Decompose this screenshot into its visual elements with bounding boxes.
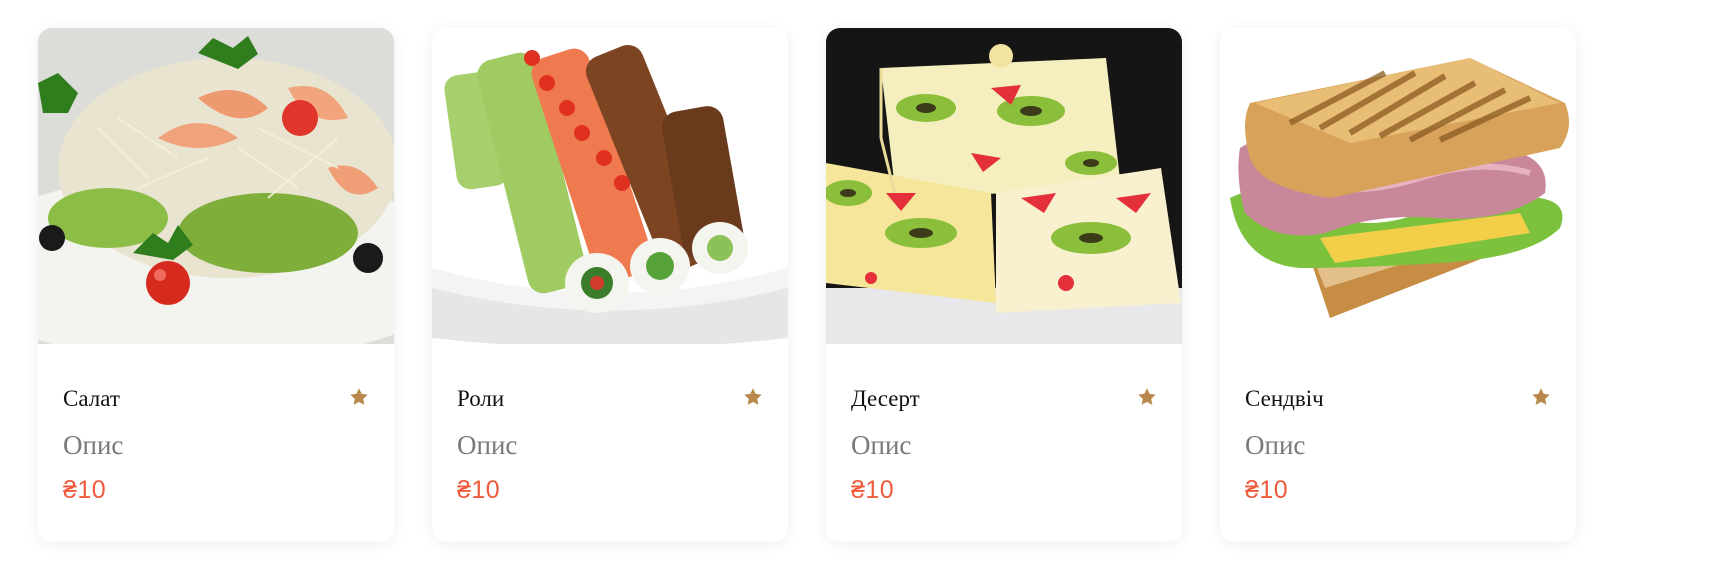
product-info: Роли Опис ₴10	[432, 344, 788, 542]
star-icon[interactable]	[348, 386, 370, 408]
star-icon[interactable]	[742, 386, 764, 408]
product-description: Опис	[1245, 430, 1306, 460]
product-description: Опис	[851, 430, 912, 460]
product-card-dessert[interactable]: Десерт Опис ₴10	[826, 28, 1182, 542]
product-name: Сендвіч	[1245, 386, 1324, 411]
product-price: ₴10	[851, 476, 895, 504]
star-icon[interactable]	[1530, 386, 1552, 408]
salad-image	[38, 28, 394, 344]
product-card-salad[interactable]: Салат Опис ₴10	[38, 28, 394, 542]
product-description: Опис	[63, 430, 124, 460]
product-price: ₴10	[1245, 476, 1289, 504]
product-name: Десерт	[851, 386, 920, 411]
product-price: ₴10	[457, 476, 501, 504]
product-card-rolls[interactable]: Роли Опис ₴10	[432, 28, 788, 542]
rolls-image	[432, 28, 788, 344]
product-info: Десерт Опис ₴10	[826, 344, 1182, 542]
product-description: Опис	[457, 430, 518, 460]
star-icon[interactable]	[1136, 386, 1158, 408]
dessert-image	[826, 28, 1182, 344]
product-name: Салат	[63, 386, 120, 411]
sandwich-image	[1220, 28, 1576, 344]
product-card-sandwich[interactable]: Сендвіч Опис ₴10	[1220, 28, 1576, 542]
product-info: Салат Опис ₴10	[38, 344, 394, 542]
product-price: ₴10	[63, 476, 107, 504]
product-grid: Салат Опис ₴10 Роли Опис ₴10 Десерт Опис…	[38, 28, 1576, 542]
product-info: Сендвіч Опис ₴10	[1220, 344, 1576, 542]
product-name: Роли	[457, 386, 505, 411]
